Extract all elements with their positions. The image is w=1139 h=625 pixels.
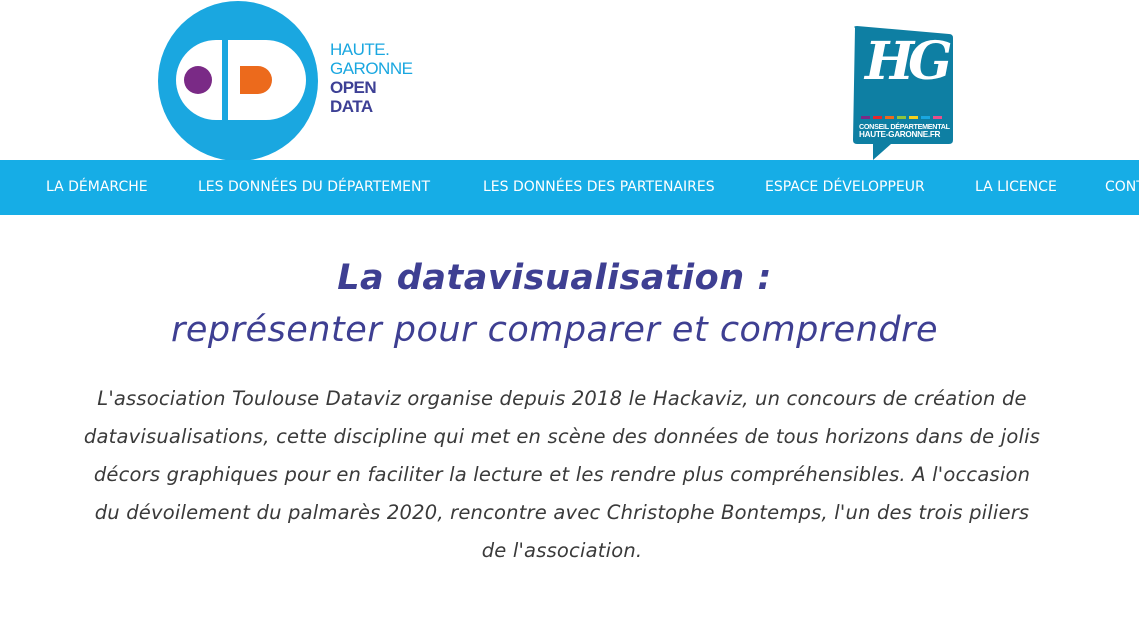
od-logo-line: DATA — [330, 97, 373, 116]
intro-line: décors graphiques pour en faciliter la l… — [93, 463, 1031, 486]
main-navigation: LA DÉMARCHE LES DONNÉES DU DÉPARTEMENT L… — [0, 160, 1139, 215]
od-logo-line: OPEN — [330, 78, 377, 97]
page-title: La datavisualisation : — [337, 258, 772, 298]
page: HAUTE. GARONNE OPEN DATA HG CONSEIL DÉPA… — [0, 0, 1139, 625]
nav-item-espace-developpeur[interactable]: ESPACE DÉVELOPPEUR — [765, 160, 925, 215]
od-logo-line: GARONNE — [330, 59, 413, 78]
haute-garonne-open-data-logo[interactable]: HAUTE. GARONNE OPEN DATA — [158, 0, 430, 162]
intro-line: datavisualisations, cette discipline qui… — [83, 425, 1041, 448]
hg-logo-line: HAUTE-GARONNE.FR — [859, 130, 941, 139]
nav-item-donnees-departement[interactable]: LES DONNÉES DU DÉPARTEMENT — [198, 160, 430, 215]
intro-line: de l'association. — [481, 539, 643, 562]
intro-line: du dévoilement du palmarès 2020, rencont… — [94, 501, 1030, 524]
nav-item-donnees-partenaires[interactable]: LES DONNÉES DES PARTENAIRES — [483, 160, 715, 215]
nav-item-demarche[interactable]: LA DÉMARCHE — [46, 160, 148, 215]
od-logo-wordmark: HAUTE. GARONNE OPEN DATA — [330, 40, 413, 116]
page-subtitle: représenter pour comparer et comprendre — [170, 310, 939, 350]
od-logo-line: HAUTE. — [330, 40, 390, 59]
intro-line: L'association Toulouse Dataviz organise … — [97, 387, 1027, 410]
conseil-departemental-logo[interactable]: HG CONSEIL DÉPARTEMENTAL HAUTE-GARONNE.F… — [851, 24, 955, 162]
intro-paragraph: L'association Toulouse Dataviz organise … — [62, 380, 1062, 570]
nav-item-licence[interactable]: LA LICENCE — [975, 160, 1057, 215]
site-header: HAUTE. GARONNE OPEN DATA HG CONSEIL DÉPA… — [0, 0, 1139, 162]
hg-monogram: HG — [865, 31, 953, 92]
nav-item-contact[interactable]: CONTACT — [1105, 160, 1139, 215]
